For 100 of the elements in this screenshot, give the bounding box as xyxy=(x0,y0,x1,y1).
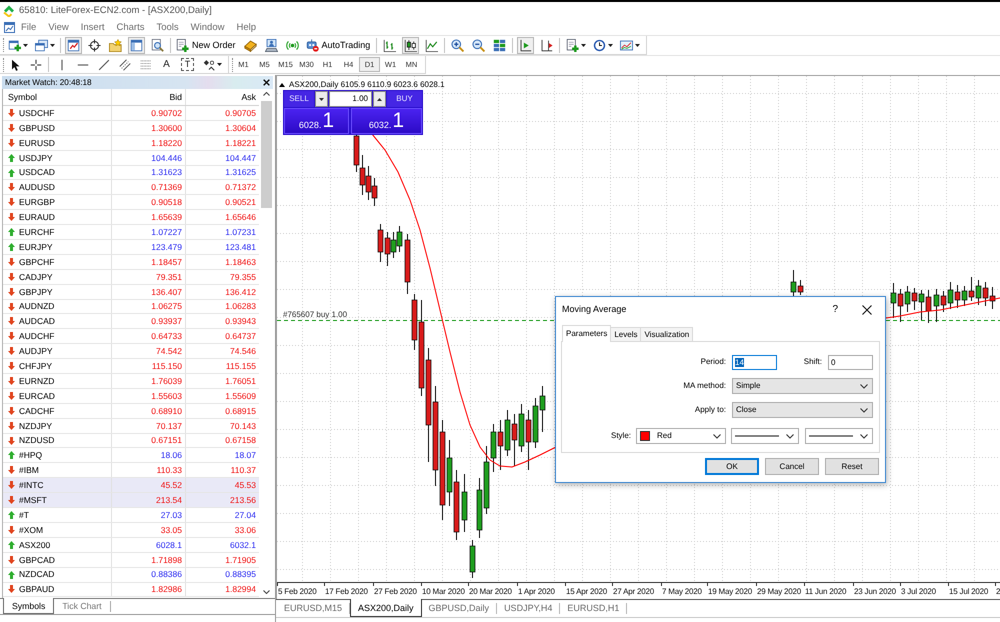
table-row[interactable]: #XOM 33.05 33.06 xyxy=(3,522,259,538)
table-row[interactable]: NZDJPY 70.137 70.143 xyxy=(3,418,259,434)
table-row[interactable]: EURGBP 0.90518 0.90521 xyxy=(3,195,259,210)
menu-item[interactable]: File xyxy=(15,20,42,34)
chevron-down-icon[interactable] xyxy=(713,434,721,438)
caret-icon[interactable] xyxy=(635,44,640,46)
line-chart-icon[interactable] xyxy=(425,38,438,52)
panel-window-icon[interactable] xyxy=(128,36,145,54)
crosshair-icon[interactable] xyxy=(30,58,42,70)
table-row[interactable]: AUDNZD 1.06275 1.06283 xyxy=(3,300,259,314)
volume-down-button[interactable] xyxy=(315,91,328,107)
table-row[interactable]: EURAUD 1.65639 1.65646 xyxy=(3,210,259,226)
chart-tab[interactable]: EURUSD,H1 xyxy=(560,603,628,614)
column-header[interactable]: Ask xyxy=(242,92,256,102)
person-monitor-icon[interactable] xyxy=(264,38,278,52)
table-row[interactable]: USDCAD 1.31623 1.31625 xyxy=(3,166,259,180)
table-row[interactable]: EURCAD 1.55603 1.55609 xyxy=(3,388,259,404)
table-row[interactable]: GBPCAD 1.71898 1.71905 xyxy=(3,552,259,568)
column-header[interactable]: Bid xyxy=(169,92,182,102)
document-plus-icon[interactable] xyxy=(566,38,580,52)
table-row[interactable]: GBPJPY 136.407 136.412 xyxy=(3,284,259,300)
panel-tab[interactable]: Tick Chart xyxy=(54,601,111,612)
dialog-tab[interactable]: Levels xyxy=(610,327,642,341)
new-order-button[interactable]: New Order xyxy=(173,36,240,54)
table-row[interactable]: EURUSD 1.18220 1.18221 xyxy=(3,136,259,151)
bar-chart-icon[interactable] xyxy=(383,38,396,52)
caret-icon[interactable] xyxy=(217,63,222,66)
cancel-button[interactable]: Cancel xyxy=(765,458,819,475)
text-tool[interactable]: A xyxy=(156,56,177,72)
panel-tab[interactable]: Symbols xyxy=(3,598,54,614)
scroll-up-icon[interactable] xyxy=(262,92,270,96)
scrollbar-thumb[interactable] xyxy=(260,101,272,208)
menu-item[interactable]: Window xyxy=(184,20,230,34)
chart-tab[interactable]: ASX200,Daily xyxy=(350,599,422,617)
reset-button[interactable]: Reset xyxy=(825,458,879,475)
table-row[interactable]: EURNZD 1.76039 1.76051 xyxy=(3,374,259,389)
scroll-down-icon[interactable] xyxy=(262,590,270,594)
menu-item[interactable]: Tools xyxy=(150,20,185,34)
sell-price-button[interactable]: 6028.1 xyxy=(284,108,349,134)
caret-icon[interactable] xyxy=(50,44,55,46)
table-row[interactable]: GBPUSD 1.30600 1.30604 xyxy=(3,120,259,136)
chevron-down-icon[interactable] xyxy=(786,434,794,438)
triangle-icon[interactable] xyxy=(279,82,285,87)
menu-item[interactable]: Charts xyxy=(110,20,150,34)
zoom-out-icon[interactable] xyxy=(472,38,486,52)
table-row[interactable]: ASX200 6028.1 6032.1 xyxy=(3,538,259,553)
crosshair-icon[interactable] xyxy=(88,38,101,52)
table-row[interactable]: USDJPY 104.446 104.447 xyxy=(3,150,259,166)
chart-tab[interactable]: GBPUSD,Daily xyxy=(422,603,498,614)
column-header[interactable]: Symbol xyxy=(8,92,37,102)
table-row[interactable]: CADJPY 79.351 79.355 xyxy=(3,270,259,285)
dialog-tab[interactable]: Visualization xyxy=(640,327,694,341)
autoscroll-icon[interactable] xyxy=(517,36,534,54)
signal-icon[interactable] xyxy=(286,38,299,52)
table-row[interactable]: #HPQ 18.06 18.07 xyxy=(3,448,259,464)
table-row[interactable]: AUDJPY 74.542 74.546 xyxy=(3,344,259,360)
zoom-in-icon[interactable] xyxy=(451,38,464,52)
chevron-down-icon[interactable] xyxy=(860,408,868,412)
autotrading-button[interactable]: AutoTrading xyxy=(302,36,374,54)
shapes-icon[interactable] xyxy=(202,58,214,70)
fibonacci-icon[interactable] xyxy=(140,58,152,70)
chart-shift-icon[interactable] xyxy=(540,38,554,52)
clock-icon[interactable] xyxy=(593,38,606,52)
table-row[interactable]: CADCHF 0.68910 0.68915 xyxy=(3,404,259,419)
table-row[interactable]: AUDUSD 0.71369 0.71372 xyxy=(3,180,259,196)
color-select[interactable]: Red xyxy=(636,428,726,444)
table-row[interactable]: GBPAUD 1.82986 1.82994 xyxy=(3,582,259,598)
line-style-select[interactable] xyxy=(731,428,799,444)
table-row[interactable]: #T 27.03 27.04 xyxy=(3,508,259,523)
table-row[interactable]: GBPCHF 1.18457 1.18463 xyxy=(3,254,259,270)
buy-price-button[interactable]: 6032.1 xyxy=(351,108,422,134)
chart-tab[interactable]: USDJPY,H4 xyxy=(497,603,560,614)
sell-button[interactable]: SELL xyxy=(284,91,314,107)
new-chart-icon[interactable] xyxy=(8,38,21,52)
shift-field[interactable]: 0 xyxy=(828,354,873,370)
table-row[interactable]: CHFJPY 115.150 115.155 xyxy=(3,359,259,374)
trendline-icon[interactable] xyxy=(98,58,110,70)
candlestick-icon[interactable] xyxy=(402,36,420,54)
apply-to-select[interactable]: Close xyxy=(732,402,873,418)
ma-method-select[interactable]: Simple xyxy=(732,378,873,394)
table-row[interactable]: #MSFT 213.54 213.56 xyxy=(3,493,259,508)
table-row[interactable]: EURJPY 123.479 123.481 xyxy=(3,240,259,255)
channel-icon[interactable] xyxy=(118,58,130,70)
caret-icon[interactable] xyxy=(581,44,586,46)
table-row[interactable]: EURCHF 1.07227 1.07231 xyxy=(3,225,259,240)
tile-windows-icon[interactable] xyxy=(493,38,506,52)
buy-button[interactable]: BUY xyxy=(387,91,422,107)
table-row[interactable]: NZDCAD 0.88386 0.88395 xyxy=(3,568,259,582)
table-row[interactable]: AUDCHF 0.64733 0.64737 xyxy=(3,329,259,344)
line-width-select[interactable] xyxy=(805,428,873,444)
period-field[interactable]: 14 xyxy=(732,354,777,370)
context-help[interactable]: ? xyxy=(832,304,838,315)
table-row[interactable]: USDCHF 0.90702 0.90705 xyxy=(3,106,259,121)
text-label-tool[interactable]: T xyxy=(181,58,194,71)
window-stack-icon[interactable] xyxy=(35,38,48,52)
dialog-tab[interactable]: Parameters xyxy=(562,325,612,342)
ok-button[interactable]: OK xyxy=(705,458,759,475)
star-folder-icon[interactable] xyxy=(109,38,122,52)
robot-stop-icon[interactable] xyxy=(306,38,319,52)
table-row[interactable]: #INTC 45.52 45.53 xyxy=(3,478,259,494)
